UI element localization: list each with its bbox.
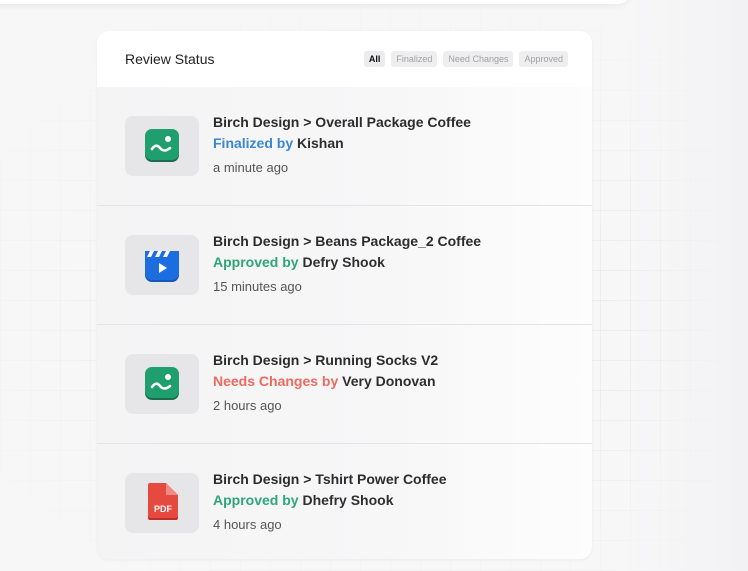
top-card — [0, 0, 630, 4]
video-file-icon — [145, 251, 179, 282]
item-path: Birch Design > Tshirt Power Coffee — [213, 471, 447, 487]
status-user[interactable]: Dhefry Shook — [302, 492, 393, 508]
panel-title: Review Status — [125, 51, 215, 67]
pdf-file-icon: PDF — [148, 483, 178, 520]
file-thumbnail — [125, 235, 199, 295]
item-path: Birch Design > Beans Package_2 Coffee — [213, 233, 482, 249]
item-status: Approved by Dhefry Shook — [213, 489, 447, 511]
review-item[interactable]: PDF Birch Design > Tshirt Power Coffee A… — [97, 444, 592, 559]
item-status: Needs Changes by Very Donovan — [213, 370, 438, 392]
review-status-panel: Review Status All Finalized Need Changes… — [97, 31, 592, 559]
item-time: 4 hours ago — [213, 517, 282, 532]
item-details: Birch Design > Beans Package_2 Coffee Ap… — [213, 232, 481, 298]
filter-tabs: All Finalized Need Changes Approved — [363, 51, 568, 67]
item-status: Approved by Defry Shook — [213, 251, 481, 273]
item-time: a minute ago — [213, 160, 289, 175]
status-label: Approved by — [213, 254, 299, 270]
status-user[interactable]: Very Donovan — [342, 373, 435, 389]
item-status: Finalized by Kishan — [213, 132, 471, 154]
item-time: 2 hours ago — [213, 398, 282, 413]
image-file-icon — [145, 129, 179, 162]
filter-need-changes-tab[interactable]: Need Changes — [443, 51, 514, 67]
file-thumbnail — [125, 354, 199, 414]
pdf-label: PDF — [154, 504, 173, 514]
panel-header: Review Status All Finalized Need Changes… — [97, 31, 592, 87]
image-file-icon — [145, 367, 179, 400]
file-thumbnail: PDF — [125, 473, 199, 533]
status-label: Finalized by — [213, 135, 294, 151]
item-details: Birch Design > Running Socks V2 Needs Ch… — [213, 351, 438, 417]
item-details: Birch Design > Overall Package Coffee Fi… — [213, 113, 471, 179]
status-label: Needs Changes by — [213, 373, 339, 389]
item-path: Birch Design > Overall Package Coffee — [213, 114, 471, 130]
item-time: 15 minutes ago — [213, 279, 302, 294]
filter-all-tab[interactable]: All — [363, 51, 386, 67]
status-user[interactable]: Kishan — [297, 135, 344, 151]
filter-approved-tab[interactable]: Approved — [519, 51, 568, 67]
file-thumbnail — [125, 116, 199, 176]
status-label: Approved by — [213, 492, 299, 508]
review-item[interactable]: Birch Design > Beans Package_2 Coffee Ap… — [97, 206, 592, 325]
review-item[interactable]: Birch Design > Running Socks V2 Needs Ch… — [97, 325, 592, 444]
filter-finalized-tab[interactable]: Finalized — [391, 51, 438, 67]
item-path: Birch Design > Running Socks V2 — [213, 352, 439, 368]
review-item[interactable]: Birch Design > Overall Package Coffee Fi… — [97, 87, 592, 206]
status-user[interactable]: Defry Shook — [302, 254, 384, 270]
item-details: Birch Design > Tshirt Power Coffee Appro… — [213, 470, 447, 536]
background-fade — [628, 0, 748, 571]
